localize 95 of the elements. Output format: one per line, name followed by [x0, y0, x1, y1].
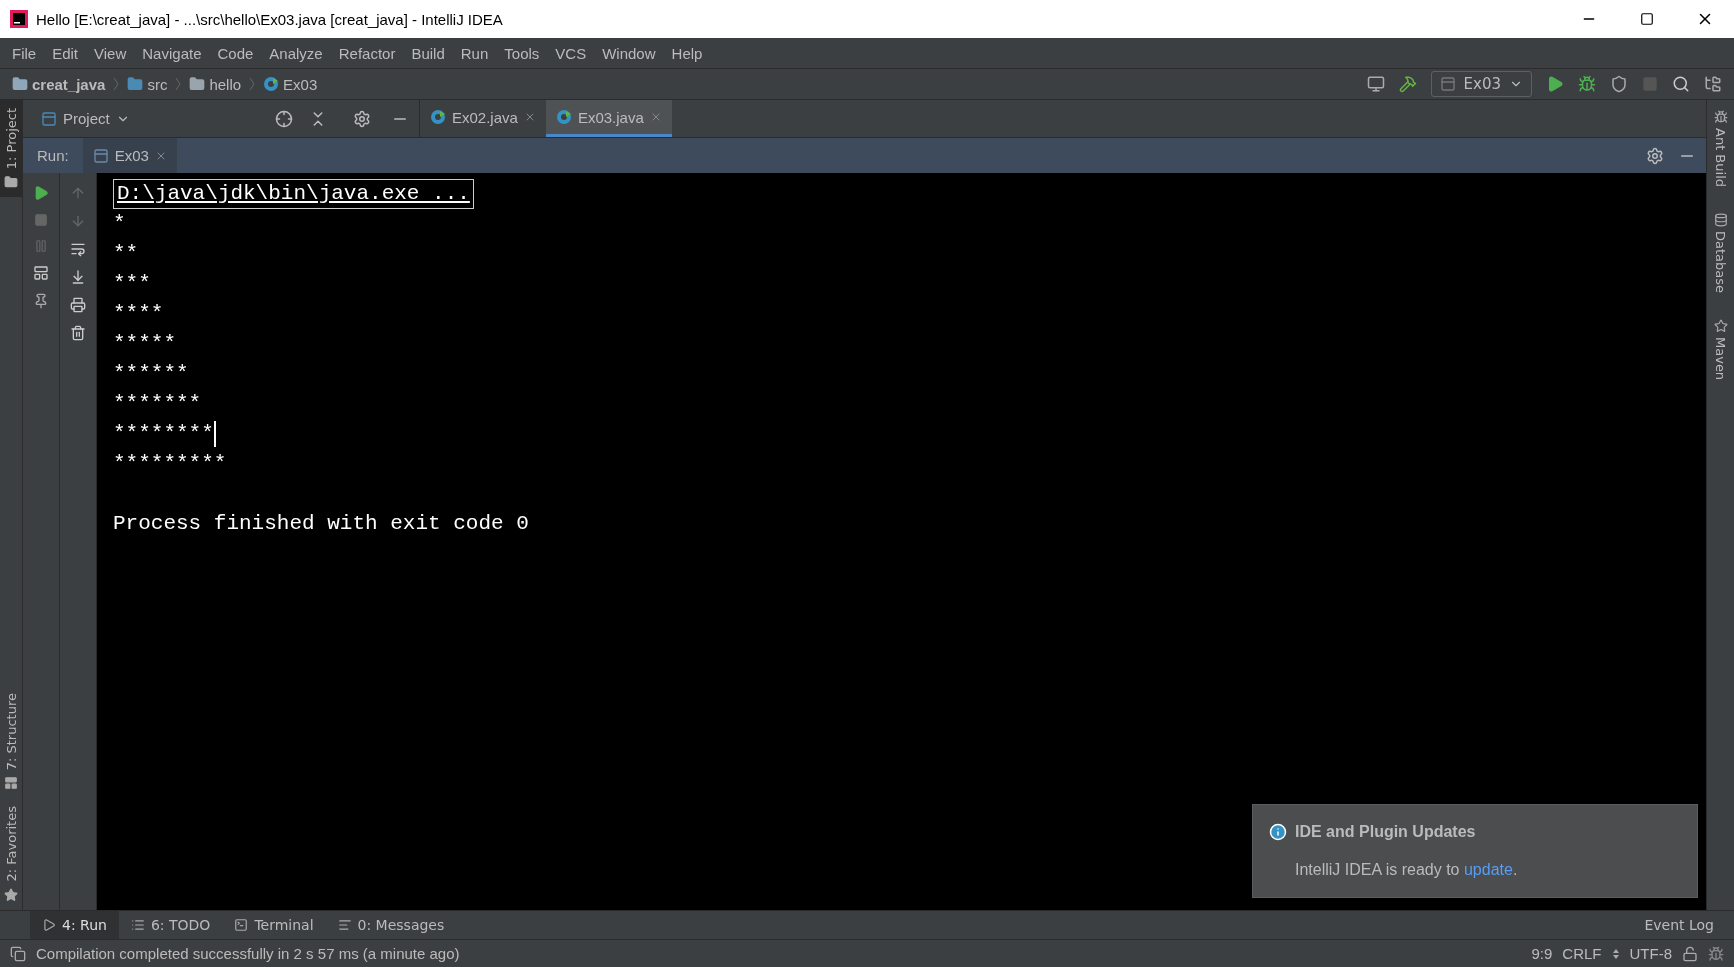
project-panel-title[interactable]: Project	[63, 110, 110, 127]
editor-tab[interactable]: Ex03.java	[545, 100, 672, 137]
menu-item[interactable]: Help	[663, 44, 711, 62]
menu-item[interactable]: Analyze	[261, 44, 331, 62]
folder-icon	[4, 175, 18, 190]
play-icon	[42, 918, 56, 932]
tool-window-button[interactable]: Ant Build	[1713, 104, 1728, 207]
window-title: Hello [E:\creat_java] - ...\src\hello\Ex03.java [creat_java] - IntelliJ IDEA	[36, 10, 504, 28]
menu-item[interactable]: Navigate	[134, 44, 210, 62]
coverage-icon[interactable]	[1610, 75, 1628, 93]
breadcrumb[interactable]: creat_java	[12, 75, 106, 93]
breadcrumb[interactable]: Ex03	[263, 75, 318, 93]
window-icon	[1439, 76, 1456, 92]
run-icon[interactable]	[1546, 75, 1564, 93]
folder-icon	[189, 76, 206, 92]
database-icon	[1713, 213, 1728, 227]
bug-icon	[1713, 110, 1728, 124]
settings-icon[interactable]	[1646, 146, 1664, 165]
menu-item[interactable]: Refactor	[330, 44, 404, 62]
text-cursor	[213, 421, 216, 447]
tool-tab[interactable]: 4: Run	[30, 911, 119, 939]
chevron-icon	[249, 77, 256, 91]
build-icon[interactable]	[1398, 75, 1417, 93]
console-line: *	[113, 211, 126, 237]
print-icon[interactable]	[70, 297, 86, 313]
menu-item[interactable]: Code	[209, 44, 262, 62]
tool-window-button[interactable]: Maven	[1713, 313, 1728, 401]
chevron-icon	[113, 77, 120, 91]
debug-icon[interactable]	[1578, 75, 1596, 93]
star-icon	[1713, 319, 1728, 334]
editor-tab[interactable]: Ex02.java	[420, 100, 546, 137]
console-line: **	[113, 241, 139, 267]
trash-icon[interactable]	[70, 325, 86, 341]
info-icon	[1269, 823, 1287, 841]
tool-tab[interactable]: 6: TODO	[118, 911, 223, 939]
breadcrumb[interactable]: hello	[189, 75, 242, 93]
star-icon	[4, 888, 18, 902]
run-config-dropdown[interactable]: Ex03	[1430, 71, 1532, 97]
cursor-position[interactable]: 9:9	[1531, 945, 1553, 962]
run-tab[interactable]: Ex03	[82, 138, 177, 173]
tool-tab[interactable]: 0: Messages	[325, 911, 457, 939]
menu-item[interactable]: Tools	[496, 44, 548, 62]
menu-item[interactable]: View	[86, 44, 135, 62]
list-icon	[130, 918, 145, 932]
settings-icon[interactable]	[353, 109, 371, 128]
console-line: ***	[113, 271, 151, 297]
folder-icon	[127, 76, 144, 92]
console-line: ******	[113, 361, 189, 387]
menu-item[interactable]: File	[4, 44, 45, 62]
notification-text: IntelliJ IDEA is ready to update.	[1294, 860, 1519, 880]
tool-window-button[interactable]: Database	[1713, 207, 1728, 314]
menu-item[interactable]: Run	[452, 44, 497, 62]
console-line: *********	[113, 451, 227, 477]
search-icon[interactable]	[1672, 75, 1690, 93]
menu-item[interactable]: VCS	[547, 44, 595, 62]
menu-item[interactable]: Build	[403, 44, 453, 62]
class-icon	[430, 109, 446, 125]
console-line: *****	[113, 331, 176, 357]
pin-icon[interactable]	[33, 293, 49, 309]
line-separator[interactable]: CRLF	[1562, 945, 1602, 962]
maximize-icon[interactable]	[1640, 12, 1654, 26]
tool-window-button[interactable]: 7: Structure	[0, 685, 22, 799]
console-line: *******	[113, 391, 202, 417]
tool-tab[interactable]: Terminal	[222, 911, 326, 939]
scroll-to-end-icon[interactable]	[70, 269, 86, 285]
structure-icon	[4, 776, 18, 791]
file-encoding[interactable]: UTF-8	[1629, 945, 1672, 962]
update-link[interactable]: update	[1463, 861, 1513, 878]
app-logo-icon	[10, 10, 28, 28]
locate-icon[interactable]	[275, 109, 293, 128]
breadcrumb[interactable]: src	[127, 75, 168, 93]
lines-icon	[337, 918, 352, 932]
menu-item[interactable]: Window	[594, 44, 664, 62]
console-line: ****	[113, 301, 164, 327]
window-icon	[92, 147, 109, 164]
wrap-icon[interactable]	[70, 241, 86, 257]
notification-title: IDE and Plugin Updates	[1295, 822, 1476, 842]
up-down-icon	[1611, 947, 1620, 960]
project-icon	[41, 110, 57, 127]
project-structure-icon[interactable]	[1704, 75, 1722, 93]
console-line: ********	[113, 421, 214, 447]
folder-icon	[12, 76, 28, 92]
class-icon	[555, 109, 572, 125]
status-message: Compilation completed successfully in 2 s 57 ms (a minute ago)	[36, 945, 460, 962]
event-log-tab[interactable]: Event Log	[1644, 917, 1714, 933]
tool-window-button[interactable]: 1: Project	[0, 100, 22, 198]
menu-item[interactable]: Edit	[44, 44, 87, 62]
run-label: Run:	[37, 147, 69, 164]
run-icon[interactable]	[33, 185, 49, 201]
chevron-icon	[175, 77, 182, 91]
class-icon	[263, 76, 280, 92]
console-line: Process finished with exit code 0	[113, 512, 529, 535]
lock-icon[interactable]	[1682, 945, 1698, 962]
console-command[interactable]: D:\java\jdk\bin\java.exe ...	[113, 179, 474, 209]
tool-window-button[interactable]: 2: Favorites	[0, 798, 22, 910]
